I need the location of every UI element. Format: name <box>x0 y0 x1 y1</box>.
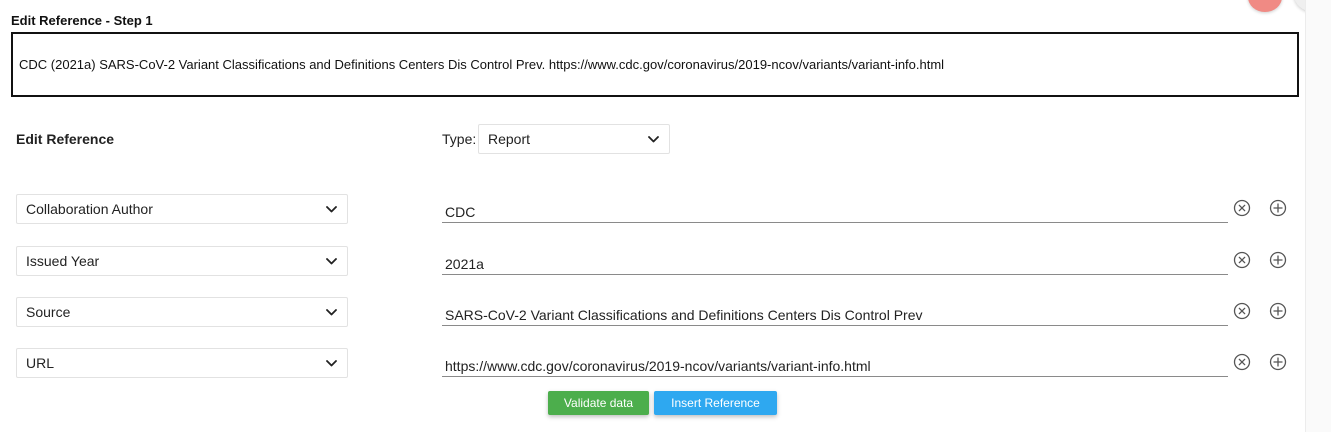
type-select[interactable]: Report <box>478 124 670 154</box>
corner-action-button[interactable] <box>1248 0 1282 12</box>
remove-circle-icon[interactable] <box>1233 251 1251 269</box>
remove-circle-icon[interactable] <box>1233 353 1251 371</box>
reference-preview-text: CDC (2021a) SARS-CoV-2 Variant Classific… <box>19 57 945 72</box>
field-type-value: Issued Year <box>26 253 100 269</box>
field-type-select[interactable]: Issued Year <box>16 246 348 276</box>
add-circle-icon[interactable] <box>1269 251 1287 269</box>
remove-circle-icon[interactable] <box>1233 302 1251 320</box>
reference-preview: CDC (2021a) SARS-CoV-2 Variant Classific… <box>11 32 1299 97</box>
field-type-value: URL <box>26 355 55 371</box>
validate-data-button[interactable]: Validate data <box>548 391 649 415</box>
add-circle-icon[interactable] <box>1269 199 1287 217</box>
field-value-input[interactable] <box>442 197 1228 223</box>
section-title: Edit Reference <box>16 131 115 147</box>
edit-reference-dialog: Edit Reference - Step 1 CDC (2021a) SARS… <box>0 0 1331 432</box>
dialog-title: Edit Reference - Step 1 <box>11 13 153 28</box>
add-circle-icon[interactable] <box>1269 353 1287 371</box>
chevron-down-icon <box>325 255 337 267</box>
chevron-down-icon <box>325 203 337 215</box>
chevron-down-icon <box>325 357 337 369</box>
field-row: URL <box>0 348 1331 378</box>
field-row: Collaboration Author <box>0 194 1331 224</box>
field-value-input[interactable] <box>442 351 1228 377</box>
chevron-down-icon <box>325 306 337 318</box>
field-value-input[interactable] <box>442 300 1228 326</box>
field-value-input[interactable] <box>442 249 1228 275</box>
field-type-select[interactable]: Collaboration Author <box>16 194 348 224</box>
field-type-value: Collaboration Author <box>26 201 153 217</box>
field-type-select[interactable]: URL <box>16 348 348 378</box>
add-circle-icon[interactable] <box>1269 302 1287 320</box>
insert-reference-button[interactable]: Insert Reference <box>654 391 777 415</box>
remove-circle-icon[interactable] <box>1233 199 1251 217</box>
field-type-value: Source <box>26 304 71 320</box>
field-type-select[interactable]: Source <box>16 297 348 327</box>
type-label: Type: <box>442 131 477 147</box>
field-row: Issued Year <box>0 246 1331 276</box>
type-select-value: Report <box>488 131 531 147</box>
field-row: Source <box>0 297 1331 327</box>
chevron-down-icon <box>647 133 659 145</box>
